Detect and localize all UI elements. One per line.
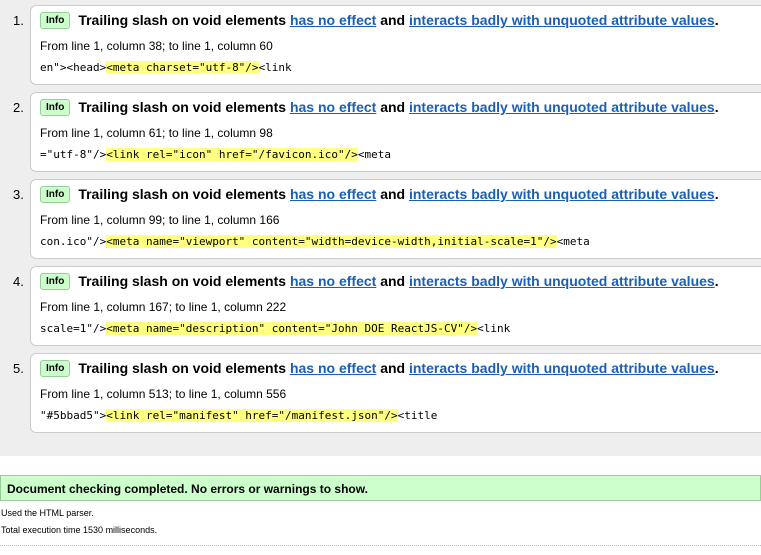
message-item: 2. Info Trailing slash on void elements h… (13, 92, 761, 172)
code-after: <link (258, 61, 292, 74)
has-no-effect-link[interactable]: has no effect (290, 12, 376, 28)
has-no-effect-link[interactable]: has no effect (290, 186, 376, 202)
code-extract: ="utf-8"/><link rel="icon" href="/favico… (40, 148, 391, 161)
code-before: scale=1"/> (40, 322, 107, 335)
code-extract: con.ico"/><meta name="viewport" content=… (40, 235, 590, 248)
message-location: From line 1, column 61; to line 1, colum… (40, 126, 273, 140)
message-title: Trailing slash on void elements (78, 273, 287, 289)
message-title: Trailing slash on void elements (78, 99, 287, 115)
message-and: and (380, 273, 406, 289)
info-badge: Info (40, 99, 71, 116)
message-period: . (714, 273, 719, 289)
message-title: Trailing slash on void elements (78, 186, 287, 202)
code-after: <title (397, 409, 438, 422)
message-title: Trailing slash on void elements (78, 12, 287, 28)
message-number: 3. (13, 187, 24, 202)
message-number: 5. (13, 361, 24, 376)
code-after: <meta (556, 235, 590, 248)
message-number: 2. (13, 100, 24, 115)
unquoted-attribute-link[interactable]: interacts badly with unquoted attribute … (409, 273, 715, 289)
message-location: From line 1, column 513; to line 1, colu… (40, 387, 287, 401)
has-no-effect-link[interactable]: has no effect (290, 99, 376, 115)
unquoted-attribute-link[interactable]: interacts badly with unquoted attribute … (409, 12, 715, 28)
message-and: and (380, 186, 406, 202)
info-badge: Info (40, 360, 71, 377)
code-highlight: <link rel="manifest" href="/manifest.jso… (106, 409, 398, 422)
has-no-effect-link[interactable]: has no effect (290, 273, 376, 289)
message-number: 1. (13, 13, 24, 28)
unquoted-attribute-link[interactable]: interacts badly with unquoted attribute … (409, 186, 715, 202)
code-before: "#5bbad5"> (40, 409, 107, 422)
has-no-effect-link[interactable]: has no effect (290, 360, 376, 376)
execution-time: Total execution time 1530 milliseconds. (1, 525, 158, 535)
message-heading: Info Trailing slash on void elements has … (40, 186, 719, 203)
unquoted-attribute-link[interactable]: interacts badly with unquoted attribute … (409, 360, 715, 376)
message-location: From line 1, column 38; to line 1, colum… (40, 39, 273, 53)
code-before: en"><head> (40, 61, 107, 74)
code-extract: en"><head><meta charset="utf-8"/><link (40, 61, 292, 74)
divider (0, 545, 761, 546)
message-period: . (714, 99, 719, 115)
message-heading: Info Trailing slash on void elements has … (40, 99, 719, 116)
code-after: <link (477, 322, 511, 335)
message-item: 3. Info Trailing slash on void elements h… (13, 179, 761, 259)
message-location: From line 1, column 167; to line 1, colu… (40, 300, 287, 314)
message-period: . (714, 186, 719, 202)
info-badge: Info (40, 273, 71, 290)
results-panel: 1. Info Trailing slash on void elements h… (0, 0, 761, 456)
code-extract: "#5bbad5"><link rel="manifest" href="/ma… (40, 409, 437, 422)
message-title: Trailing slash on void elements (78, 360, 287, 376)
message-and: and (380, 12, 406, 28)
code-before: ="utf-8"/> (40, 148, 107, 161)
code-highlight: <meta name="description" content="John D… (106, 322, 478, 335)
message-period: . (714, 360, 719, 376)
message-and: and (380, 360, 406, 376)
code-extract: scale=1"/><meta name="description" conte… (40, 322, 510, 335)
code-highlight: <link rel="icon" href="/favicon.ico"/> (106, 148, 358, 161)
message-item: 1. Info Trailing slash on void elements h… (13, 5, 761, 85)
message-item: 4. Info Trailing slash on void elements h… (13, 266, 761, 346)
unquoted-attribute-link[interactable]: interacts badly with unquoted attribute … (409, 99, 715, 115)
message-period: . (714, 12, 719, 28)
message-heading: Info Trailing slash on void elements has … (40, 360, 719, 377)
parser-note: Used the HTML parser. (1, 508, 94, 518)
code-after: <meta (357, 148, 392, 161)
message-number: 4. (13, 274, 24, 289)
info-badge: Info (40, 12, 71, 29)
message-location: From line 1, column 99; to line 1, colum… (40, 213, 280, 227)
info-badge: Info (40, 186, 71, 203)
message-heading: Info Trailing slash on void elements has … (40, 273, 719, 290)
code-highlight: <meta charset="utf-8"/> (106, 61, 259, 74)
message-item: 5. Info Trailing slash on void elements h… (13, 353, 761, 433)
success-summary: Document checking completed. No errors o… (0, 475, 761, 501)
message-heading: Info Trailing slash on void elements has … (40, 12, 719, 29)
message-and: and (380, 99, 406, 115)
code-highlight: <meta name="viewport" content="width=dev… (106, 235, 557, 248)
code-before: con.ico"/> (40, 235, 107, 248)
